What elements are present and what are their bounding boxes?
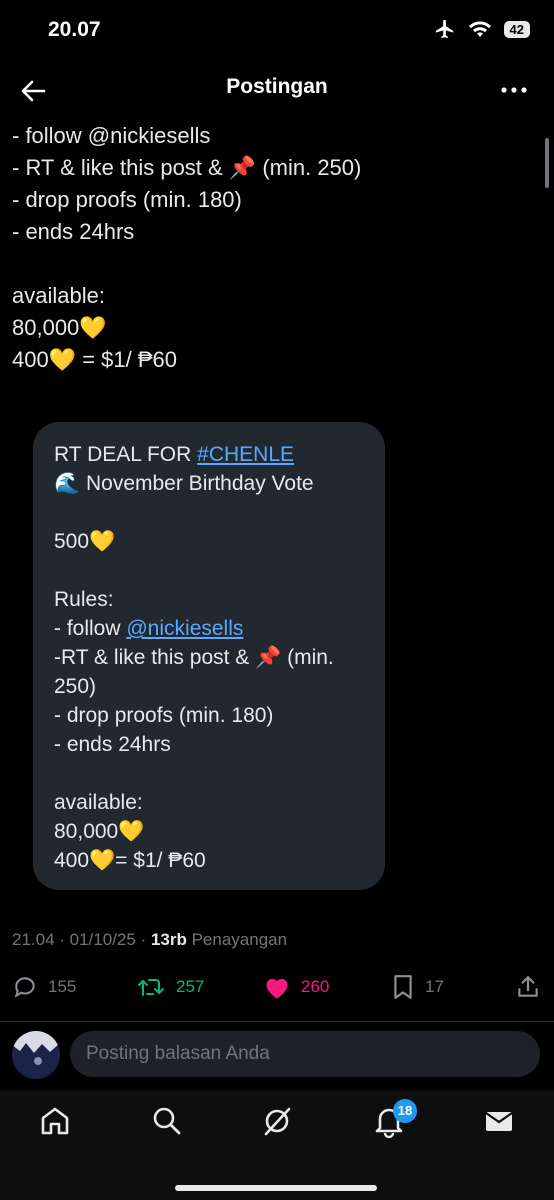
post-header: Postingan <box>0 62 554 118</box>
notification-badge: 18 <box>393 1099 417 1123</box>
card-line: 500💛 <box>54 530 116 553</box>
reply-count: 155 <box>48 977 77 996</box>
card-line: available: <box>54 791 143 814</box>
post-image[interactable]: RT DEAL FOR #CHENLE 🌊 November Birthday … <box>33 422 385 890</box>
image-text: RT DEAL FOR #CHENLE 🌊 November Birthday … <box>54 440 374 875</box>
post-line: - follow @nickiesells <box>12 123 211 148</box>
bottom-nav: 18 <box>0 1090 554 1200</box>
home-indicator <box>175 1185 377 1191</box>
post-line: available: <box>12 283 105 308</box>
card-text-segment: RT DEAL FOR <box>54 443 198 466</box>
status-time: 20.07 <box>48 18 101 41</box>
repost-count: 257 <box>176 977 205 996</box>
bookmark-count: 17 <box>425 977 444 996</box>
grok-icon[interactable] <box>260 1104 294 1138</box>
more-icon[interactable] <box>500 76 528 104</box>
post-line <box>12 248 532 280</box>
card-line: 80,000💛 <box>54 820 145 843</box>
wifi-icon <box>468 21 491 37</box>
avatar[interactable] <box>12 1031 60 1079</box>
card-line: 250) <box>54 675 97 698</box>
card-line: -RT & like this post & 📌 (min. <box>54 646 334 669</box>
card-line: - follow @nickiesells <box>54 614 374 643</box>
battery-indicator: 42 <box>503 20 530 38</box>
reply-button[interactable]: 155 <box>12 974 76 1000</box>
card-line: 🌊 November Birthday Vote <box>54 472 314 495</box>
like-count: 260 <box>301 977 330 996</box>
bookmark-button[interactable]: 17 <box>391 974 444 1000</box>
hashtag-link: #CHENLE <box>197 443 295 466</box>
post-line: 80,000💛 <box>12 315 107 340</box>
heart-icon <box>266 978 288 999</box>
page-title: Postingan <box>226 75 328 98</box>
card-line: - ends 24hrs <box>54 733 171 756</box>
post-line: - ends 24hrs <box>12 219 135 244</box>
mention-link: @nickiesells <box>126 617 244 640</box>
home-icon[interactable] <box>38 1104 72 1138</box>
share-button[interactable] <box>515 974 541 1000</box>
post-line: - RT & like this post & 📌 (min. 250) <box>12 155 362 180</box>
mail-icon[interactable] <box>482 1104 516 1138</box>
bookmark-icon <box>394 975 412 999</box>
airplane-icon <box>435 19 453 39</box>
post-meta: 21.04 · 01/10/25 · 13rb Penayangan <box>12 930 287 950</box>
reply-icon <box>14 977 35 998</box>
card-text-segment: - follow <box>54 617 127 640</box>
view-count: 13rb <box>150 930 187 949</box>
status-bar: 20.07 42 <box>0 0 554 62</box>
share-icon <box>518 976 538 997</box>
post-line: - drop proofs (min. 180) <box>12 187 242 212</box>
views-label: Penayangan <box>186 930 288 949</box>
card-line: 400💛= $1/ ₱60 <box>54 849 206 872</box>
repost-button[interactable]: 257 <box>136 974 204 1000</box>
card-line: Rules: <box>54 588 114 611</box>
post-line: 400💛 = $1/ ₱60 <box>12 347 178 372</box>
post-timestamp: 21.04 · 01/10/25 · <box>12 930 151 949</box>
like-button[interactable]: 260 <box>263 974 329 1000</box>
repost-icon <box>138 979 164 996</box>
status-icons: 42 <box>434 18 530 40</box>
search-icon[interactable] <box>150 1104 184 1138</box>
card-line: - drop proofs (min. 180) <box>54 704 274 727</box>
action-bar: 155 257 260 17 <box>0 970 554 1010</box>
reply-input[interactable] <box>70 1031 540 1077</box>
post-text: - follow @nickiesells - RT & like this p… <box>12 120 532 376</box>
reply-bar <box>0 1022 554 1090</box>
avatar-image <box>12 1031 60 1079</box>
card-line: RT DEAL FOR #CHENLE <box>54 440 374 469</box>
scrollbar-thumb[interactable] <box>545 138 549 188</box>
